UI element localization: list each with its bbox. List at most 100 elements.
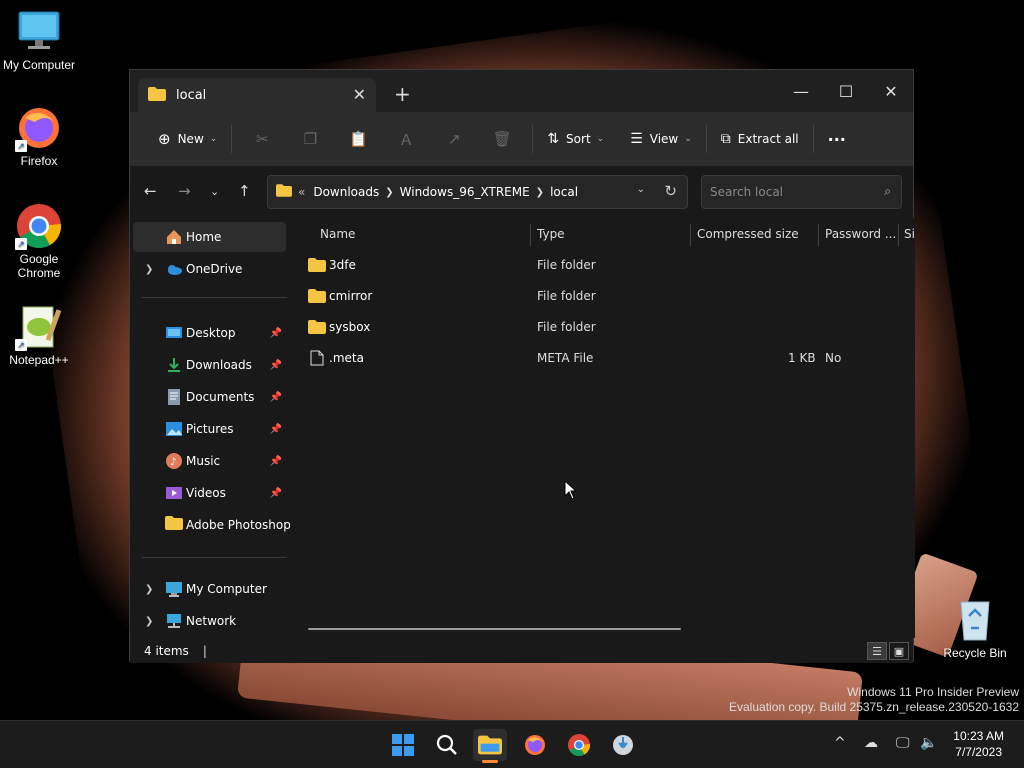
details-view-icon[interactable]: ☰: [867, 642, 887, 660]
new-button[interactable]: ⊕ New ⌄: [150, 123, 225, 155]
breadcrumb-downloads[interactable]: Downloads: [313, 185, 379, 199]
column-divider[interactable]: [690, 224, 691, 246]
maximize-button[interactable]: ☐: [823, 76, 869, 106]
pin-icon[interactable]: 📌: [270, 424, 282, 435]
more-options-button[interactable]: ···: [820, 123, 854, 155]
sidebar-item-desktop[interactable]: Desktop 📌: [133, 318, 286, 348]
installer-disc-icon: [613, 735, 633, 755]
pin-icon[interactable]: 📌: [270, 456, 282, 467]
delete-icon[interactable]: 🗑: [478, 123, 526, 155]
rename-icon[interactable]: Ａ: [382, 123, 430, 155]
table-row[interactable]: 3dfe File folder: [308, 250, 908, 280]
sidebar-item-my-computer[interactable]: ❯ My Computer: [133, 574, 286, 604]
search-input[interactable]: Search local ⌕: [701, 175, 902, 209]
folder-icon: [478, 735, 502, 755]
forward-arrow-icon[interactable]: →: [178, 182, 191, 200]
breadcrumb-overflow[interactable]: «: [298, 185, 305, 199]
table-row[interactable]: .meta META File 1 KB No: [308, 343, 908, 373]
file-explorer-taskbar-button[interactable]: [473, 729, 507, 763]
volume-icon[interactable]: 🔈: [920, 735, 937, 751]
desktop-icon-notepadpp[interactable]: ↗ Notepad++: [0, 303, 78, 367]
pin-icon[interactable]: 📌: [270, 360, 282, 371]
windows-watermark: Windows 11 Pro Insider Preview Evaluatio…: [729, 685, 1019, 715]
back-arrow-icon[interactable]: ←: [144, 182, 157, 200]
sidebar-item-downloads[interactable]: Downloads 📌: [133, 350, 286, 380]
column-divider[interactable]: [818, 224, 819, 246]
horizontal-scrollbar[interactable]: [308, 628, 681, 630]
start-button[interactable]: [386, 729, 420, 761]
network-status-icon[interactable]: 🖵: [896, 735, 910, 751]
share-icon[interactable]: ↗: [430, 123, 478, 155]
sidebar-divider: [142, 297, 287, 298]
close-window-button[interactable]: ✕: [868, 76, 914, 106]
firefox-taskbar-button[interactable]: [518, 729, 552, 761]
column-divider[interactable]: [530, 224, 531, 246]
sidebar-item-network[interactable]: ❯ Network: [133, 606, 286, 636]
breadcrumb-local[interactable]: local: [550, 185, 578, 199]
system-clock[interactable]: 10:23 AM 7/7/2023: [953, 728, 1004, 760]
close-tab-icon[interactable]: ✕: [353, 85, 366, 104]
column-divider[interactable]: [898, 224, 899, 246]
pin-icon[interactable]: 📌: [270, 328, 282, 339]
sidebar-item-adobe-photoshop[interactable]: Adobe Photoshop 2: [133, 510, 290, 540]
sidebar-item-onedrive[interactable]: ❯ OneDrive: [133, 254, 286, 284]
address-bar[interactable]: « Downloads ❯ Windows_96_XTREME ❯ local …: [267, 175, 688, 209]
chevron-down-icon: ⌄: [596, 134, 605, 144]
chevron-right-icon[interactable]: ❯: [385, 187, 393, 198]
refresh-icon[interactable]: ↻: [664, 182, 677, 200]
column-header-compressed-size[interactable]: Compressed size: [697, 218, 799, 250]
chevron-right-icon[interactable]: ❯: [145, 264, 153, 275]
desktop-icon-my-computer[interactable]: My Computer: [0, 8, 78, 72]
notepadpp-icon: ↗: [15, 303, 63, 351]
chrome-taskbar-button[interactable]: [562, 729, 596, 761]
tab-title: local: [176, 87, 207, 103]
sidebar-item-home[interactable]: Home: [133, 222, 286, 252]
pin-icon[interactable]: 📌: [270, 392, 282, 403]
search-taskbar-button[interactable]: [430, 729, 464, 761]
chevron-right-icon[interactable]: ❯: [536, 187, 544, 198]
paste-icon[interactable]: 📋: [334, 123, 382, 155]
download-icon: [165, 356, 183, 374]
chevron-right-icon[interactable]: ❯: [145, 616, 153, 627]
view-button[interactable]: ☰ View ⌄: [622, 123, 700, 155]
toolbar-separator: [705, 125, 707, 153]
sidebar-item-music[interactable]: ♪ Music 📌: [133, 446, 286, 476]
column-header-size[interactable]: Si: [904, 218, 915, 250]
column-header-password[interactable]: Password ...: [825, 218, 896, 250]
clock-time: 10:23 AM: [953, 729, 1004, 743]
onedrive-offline-icon[interactable]: ☁: [864, 735, 878, 751]
column-header-name[interactable]: Name: [320, 218, 355, 250]
table-row[interactable]: sysbox File folder: [308, 312, 908, 342]
desktop-icon-firefox[interactable]: ↗ Firefox: [0, 104, 78, 168]
sidebar-item-pictures[interactable]: Pictures 📌: [133, 414, 286, 444]
sort-button[interactable]: ⇅ Sort ⌄: [539, 123, 612, 155]
sidebar-item-videos[interactable]: Videos 📌: [133, 478, 286, 508]
music-icon: ♪: [165, 452, 183, 470]
search-icon[interactable]: ⌕: [884, 184, 891, 199]
cut-icon[interactable]: ✂: [238, 123, 286, 155]
chevron-right-icon[interactable]: ❯: [145, 584, 153, 595]
desktop-icon-recycle-bin[interactable]: Recycle Bin: [936, 596, 1014, 660]
tray-overflow-chevron-icon[interactable]: ^: [834, 735, 846, 751]
column-header-type[interactable]: Type: [537, 218, 565, 250]
address-dropdown-chevron-icon[interactable]: ⌄: [637, 184, 645, 195]
file-name: sysbox: [329, 320, 371, 334]
tab-local[interactable]: local ✕: [138, 78, 376, 112]
view-list-icon: ☰: [630, 131, 643, 147]
desktop-icon-chrome[interactable]: ↗ Google Chrome: [0, 202, 78, 280]
search-icon: [436, 734, 457, 755]
extract-all-button[interactable]: ⧉ Extract all: [713, 123, 807, 155]
new-tab-button[interactable]: +: [394, 82, 411, 106]
installer-taskbar-button[interactable]: [606, 729, 640, 761]
table-row[interactable]: cmirror File folder: [308, 281, 908, 311]
pin-icon[interactable]: 📌: [270, 488, 282, 499]
desktop-icon-label: Firefox: [20, 154, 58, 168]
copy-icon[interactable]: ❐: [286, 123, 334, 155]
breadcrumb-windows-96-xtreme[interactable]: Windows_96_XTREME: [400, 185, 530, 199]
home-icon: [165, 228, 183, 246]
tiles-view-icon[interactable]: ▣: [889, 642, 909, 660]
sidebar-item-documents[interactable]: Documents 📌: [133, 382, 286, 412]
up-arrow-icon[interactable]: ↑: [238, 182, 251, 200]
minimize-button[interactable]: —: [778, 76, 824, 106]
recent-locations-chevron-icon[interactable]: ⌄: [210, 185, 219, 198]
